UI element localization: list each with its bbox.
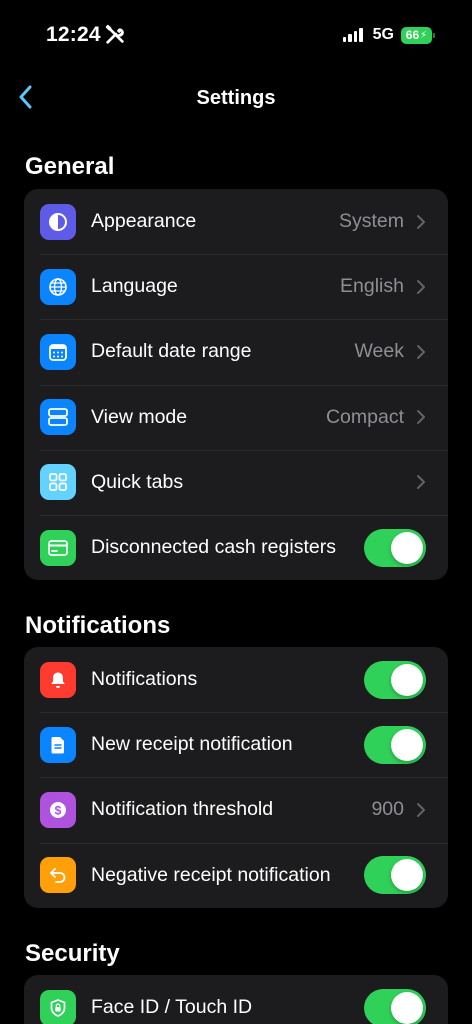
row-label: Quick tabs bbox=[91, 470, 184, 493]
notification-threshold-row[interactable]: $ Notification threshold 900 bbox=[24, 777, 448, 842]
row-value: System bbox=[338, 210, 404, 233]
battery-icon: 66 ⚡ bbox=[401, 26, 435, 44]
status-indicators: 5G 66 ⚡ bbox=[342, 26, 435, 44]
notifications-row: Notifications bbox=[24, 647, 448, 712]
row-label: Notification threshold bbox=[91, 798, 274, 821]
disconnected-cash-registers-row: Disconnected cash registers bbox=[24, 514, 448, 580]
row-value: Compact bbox=[325, 405, 404, 428]
globe-icon bbox=[40, 268, 76, 305]
battery-level: 66 bbox=[405, 28, 420, 42]
appearance-icon bbox=[40, 203, 76, 240]
row-label: Negative receipt notification bbox=[91, 863, 331, 886]
chevron-right-icon bbox=[417, 214, 425, 229]
security-group: Face ID / Touch ID bbox=[24, 975, 448, 1024]
language-row[interactable]: Language English bbox=[24, 254, 448, 319]
toggle-knob bbox=[391, 728, 423, 761]
quick-tabs-row[interactable]: Quick tabs bbox=[24, 449, 448, 515]
page-title: Settings bbox=[196, 87, 276, 109]
chevron-right-icon bbox=[417, 475, 425, 490]
row-value: 900 bbox=[371, 798, 404, 821]
row-label: Language bbox=[91, 275, 178, 298]
return-arrow-icon bbox=[40, 857, 76, 894]
general-group: Appearance System Language English Defau… bbox=[24, 189, 448, 581]
chevron-right-icon bbox=[417, 410, 425, 425]
notifications-toggle[interactable] bbox=[364, 660, 426, 699]
new-receipt-notification-row: New receipt notification bbox=[24, 712, 448, 777]
row-label: Default date range bbox=[91, 340, 252, 363]
cellular-signal-icon bbox=[342, 28, 363, 42]
toggle-knob bbox=[391, 991, 423, 1024]
row-label: Face ID / Touch ID bbox=[91, 996, 253, 1019]
new-receipt-notification-toggle[interactable] bbox=[364, 725, 426, 764]
face-id-touch-id-row: Face ID / Touch ID bbox=[24, 975, 448, 1024]
bell-icon bbox=[40, 661, 76, 698]
section-header-notifications: Notifications bbox=[25, 612, 171, 639]
toggle-knob bbox=[391, 663, 423, 696]
section-header-general: General bbox=[25, 153, 115, 180]
chevron-right-icon bbox=[417, 279, 425, 294]
default-date-range-row[interactable]: Default date range Week bbox=[24, 319, 448, 384]
row-label: New receipt notification bbox=[91, 733, 293, 756]
grid-icon bbox=[40, 464, 76, 501]
row-label: Notifications bbox=[91, 668, 198, 691]
status-time: 12:24 bbox=[46, 23, 101, 46]
charging-bolt-icon: ⚡ bbox=[420, 29, 428, 41]
negative-receipt-notification-row: Negative receipt notification bbox=[24, 842, 448, 908]
notifications-group: Notifications New receipt notification $… bbox=[24, 647, 448, 908]
chevron-right-icon bbox=[417, 344, 425, 359]
navigation-bar: Settings bbox=[0, 70, 472, 126]
toggle-knob bbox=[391, 531, 423, 564]
row-label: Appearance bbox=[91, 210, 197, 233]
view-mode-row[interactable]: View mode Compact bbox=[24, 384, 448, 450]
row-value: English bbox=[340, 275, 404, 298]
svg-text:$: $ bbox=[55, 803, 62, 817]
settings-screen: 12:24 5G 66 ⚡ Settings General Appearanc… bbox=[0, 0, 472, 1024]
row-label: View mode bbox=[91, 405, 188, 428]
toggle-knob bbox=[391, 859, 423, 892]
negative-receipt-notification-toggle[interactable] bbox=[364, 856, 426, 895]
row-label: Disconnected cash registers bbox=[91, 536, 336, 559]
tools-icon bbox=[105, 24, 124, 44]
face-id-touch-id-toggle[interactable] bbox=[364, 988, 426, 1024]
section-header-security: Security bbox=[25, 940, 120, 967]
view-mode-icon bbox=[40, 399, 76, 436]
card-icon bbox=[40, 529, 76, 566]
disconnected-cash-registers-toggle[interactable] bbox=[364, 528, 426, 567]
row-value: Week bbox=[354, 340, 405, 363]
network-type: 5G bbox=[372, 26, 394, 43]
dollar-icon: $ bbox=[40, 791, 76, 828]
chevron-right-icon bbox=[417, 802, 425, 817]
calendar-icon bbox=[40, 333, 76, 370]
shield-lock-icon bbox=[40, 989, 76, 1024]
document-icon bbox=[40, 726, 76, 763]
appearance-row[interactable]: Appearance System bbox=[24, 189, 448, 254]
status-bar: 12:24 5G 66 ⚡ bbox=[0, 0, 472, 70]
